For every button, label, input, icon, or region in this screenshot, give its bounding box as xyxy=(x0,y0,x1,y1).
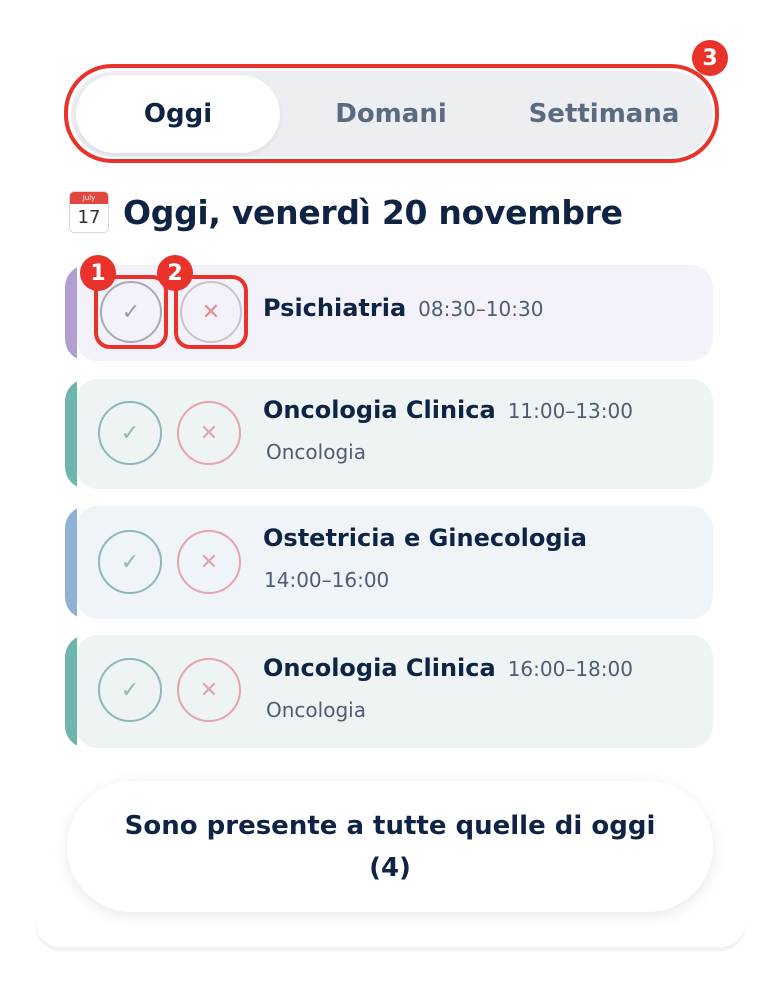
annotation-badge: 3 xyxy=(692,40,728,76)
shift-accent-bar xyxy=(65,506,77,619)
page-title: Oggi, venerdì 20 novembre xyxy=(123,192,623,232)
confirm-all-label: Sono presente a tutte quelle di oggi xyxy=(124,810,656,841)
annotation-box-tabs xyxy=(64,64,719,163)
shift-accent-bar xyxy=(65,265,77,361)
shift-body xyxy=(77,506,713,619)
confirm-all-count: (4) xyxy=(369,852,411,883)
close-icon: ✕ xyxy=(199,677,219,703)
shift-title-line: Psichiatria 08:30–10:30 xyxy=(263,294,543,322)
shift-department: Oncologia xyxy=(266,698,366,722)
shift-body xyxy=(77,635,713,748)
shift-title: Oncologia Clinica xyxy=(263,654,496,682)
date-heading: July 17 Oggi, venerdì 20 novembre xyxy=(69,186,623,238)
calendar-day: 17 xyxy=(77,207,101,228)
annotation-badge: 1 xyxy=(80,255,116,291)
shift-department: Oncologia xyxy=(266,440,366,464)
shift-title: Psichiatria xyxy=(263,294,407,322)
shift-time: 16:00–18:00 xyxy=(507,657,633,681)
calendar-icon: July 17 xyxy=(69,191,109,233)
confirm-button[interactable]: ✓ xyxy=(98,658,162,722)
shift-title-line: Ostetricia e Ginecologia xyxy=(263,524,587,552)
check-icon: ✓ xyxy=(120,677,140,703)
close-icon: ✕ xyxy=(199,549,219,575)
shift-title-line: Oncologia Clinica 11:00–13:00 xyxy=(263,396,633,424)
shift-time: 14:00–16:00 xyxy=(264,568,390,592)
decline-button[interactable]: ✕ xyxy=(177,658,241,722)
calendar-month: July xyxy=(70,192,108,204)
shift-title: Ostetricia e Ginecologia xyxy=(263,524,587,552)
shift-time: 08:30–10:30 xyxy=(418,297,544,321)
confirm-all-button[interactable]: Sono presente a tutte quelle di oggi (4) xyxy=(67,781,713,912)
shift-accent-bar xyxy=(65,635,77,748)
close-icon: ✕ xyxy=(199,420,219,446)
shift-time: 11:00–13:00 xyxy=(507,399,633,423)
annotation-badge: 2 xyxy=(157,255,193,291)
shift-title-line: Oncologia Clinica 16:00–18:00 xyxy=(263,654,633,682)
shift-item xyxy=(65,506,713,619)
confirm-button[interactable]: ✓ xyxy=(98,530,162,594)
shift-accent-bar xyxy=(65,379,77,489)
confirm-button[interactable]: ✓ xyxy=(98,401,162,465)
shift-title: Oncologia Clinica xyxy=(263,396,496,424)
check-icon: ✓ xyxy=(120,549,140,575)
decline-button[interactable]: ✕ xyxy=(177,401,241,465)
check-icon: ✓ xyxy=(120,420,140,446)
decline-button[interactable]: ✕ xyxy=(177,530,241,594)
shift-item xyxy=(65,635,713,748)
